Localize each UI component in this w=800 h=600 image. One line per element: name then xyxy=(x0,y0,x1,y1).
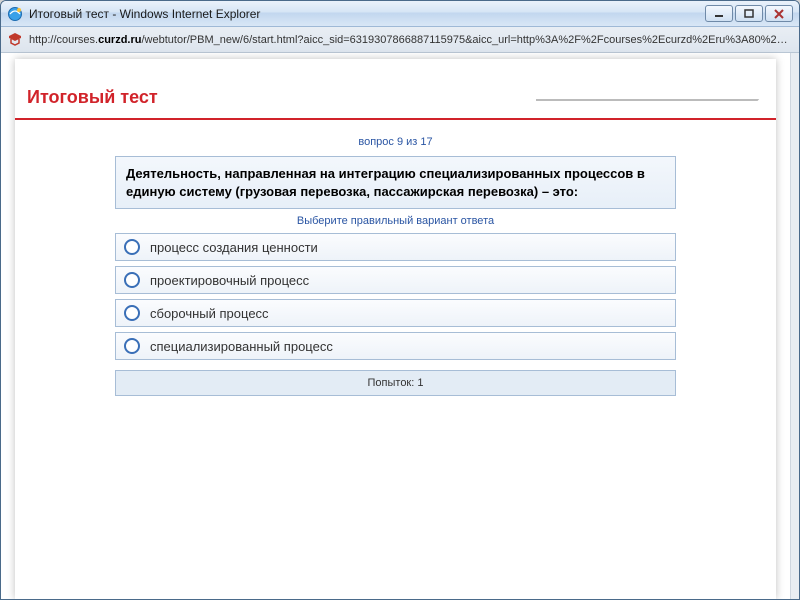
window-title: Итоговый тест - Windows Internet Explore… xyxy=(29,7,705,21)
browser-window: Итоговый тест - Windows Internet Explore… xyxy=(0,0,800,600)
quiz-area: вопрос 9 из 17 Деятельность, направленна… xyxy=(15,120,776,396)
maximize-button[interactable] xyxy=(735,5,763,22)
titlebar: Итоговый тест - Windows Internet Explore… xyxy=(1,1,799,27)
radio-icon xyxy=(124,305,140,321)
window-controls xyxy=(705,5,793,22)
header-diagonal xyxy=(536,79,776,101)
url-domain: curzd.ru xyxy=(98,34,141,46)
site-favicon-icon xyxy=(7,32,23,48)
answer-label: специализированный процесс xyxy=(150,339,333,354)
question-counter: вопрос 9 из 17 xyxy=(115,130,676,156)
question-text: Деятельность, направленная на интеграцию… xyxy=(115,156,676,209)
vertical-scrollbar[interactable] xyxy=(790,53,799,599)
answer-label: процесс создания ценности xyxy=(150,240,318,255)
attempts-counter: Попыток: 1 xyxy=(115,370,676,396)
url-display: http://courses.curzd.ru/webtutor/PBM_new… xyxy=(29,34,793,46)
answer-label: сборочный процесс xyxy=(150,306,269,321)
radio-icon xyxy=(124,272,140,288)
title-underline xyxy=(15,118,776,120)
radio-icon xyxy=(124,338,140,354)
answer-label: проектировочный процесс xyxy=(150,273,309,288)
content-frame: Итоговый тест вопрос 9 из 17 Деятельност… xyxy=(1,53,790,599)
ie-icon xyxy=(7,6,23,22)
page-container: Итоговый тест вопрос 9 из 17 Деятельност… xyxy=(15,59,776,599)
radio-icon xyxy=(124,239,140,255)
url-prefix: http://courses. xyxy=(29,34,98,46)
answer-option-2[interactable]: проектировочный процесс xyxy=(115,266,676,294)
answer-option-3[interactable]: сборочный процесс xyxy=(115,299,676,327)
answer-option-1[interactable]: процесс создания ценности xyxy=(115,233,676,261)
instruction-text: Выберите правильный вариант ответа xyxy=(115,209,676,233)
address-bar[interactable]: http://courses.curzd.ru/webtutor/PBM_new… xyxy=(1,27,799,53)
minimize-button[interactable] xyxy=(705,5,733,22)
answer-option-4[interactable]: специализированный процесс xyxy=(115,332,676,360)
close-button[interactable] xyxy=(765,5,793,22)
url-path: /webtutor/PBM_new/6/start.html?aicc_sid=… xyxy=(142,34,794,46)
